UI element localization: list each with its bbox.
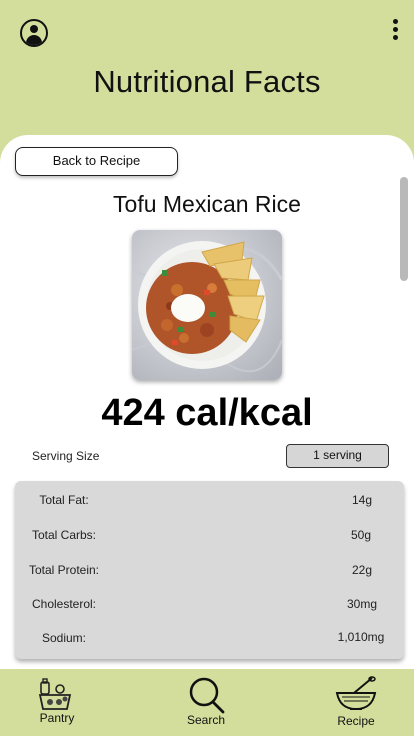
- nutrition-label-cholesterol: Cholesterol:: [31, 597, 97, 611]
- nutrition-value-fat: 14g: [351, 493, 373, 507]
- nutrition-value-sodium: 1,010mg: [337, 630, 385, 644]
- recipe-image: [132, 230, 282, 380]
- kebab-menu-icon[interactable]: [388, 19, 402, 41]
- recipe-name: Tofu Mexican Rice: [113, 191, 301, 217]
- app-header: Nutritional Facts: [0, 0, 414, 140]
- pantry-groceries-icon: [38, 678, 72, 710]
- serving-size-select[interactable]: 1 serving: [286, 444, 389, 468]
- nutrition-value-cholesterol: 30mg: [346, 597, 378, 611]
- nav-pantry[interactable]: Pantry: [22, 669, 92, 736]
- calorie-count: 424 cal/kcal: [101, 392, 313, 434]
- nutrition-table: Total Fat: 14g Total Carbs: 50g Total Pr…: [15, 481, 404, 659]
- nutrition-value-protein: 22g: [351, 563, 373, 577]
- nav-search-label: Search: [186, 713, 226, 727]
- back-to-recipe-button[interactable]: Back to Recipe: [15, 147, 178, 176]
- nutrition-label-fat: Total Fat:: [39, 493, 89, 507]
- mixing-bowl-icon: [335, 676, 377, 711]
- nutrition-label-protein: Total Protein:: [28, 563, 100, 577]
- bottom-nav: Pantry Search Recipe: [0, 669, 414, 736]
- page-title: Nutritional Facts: [93, 64, 321, 99]
- nutrition-label-carbs: Total Carbs:: [31, 528, 97, 542]
- profile-button[interactable]: [20, 19, 48, 47]
- search-icon: [189, 677, 225, 714]
- nav-search[interactable]: Search: [171, 669, 241, 736]
- nutrition-value-carbs: 50g: [350, 528, 372, 542]
- nav-pantry-label: Pantry: [39, 711, 75, 725]
- nutrition-label-sodium: Sodium:: [41, 631, 87, 645]
- serving-size-label: Serving Size: [32, 449, 100, 463]
- nav-recipe[interactable]: Recipe: [321, 669, 391, 736]
- nav-recipe-label: Recipe: [337, 714, 375, 728]
